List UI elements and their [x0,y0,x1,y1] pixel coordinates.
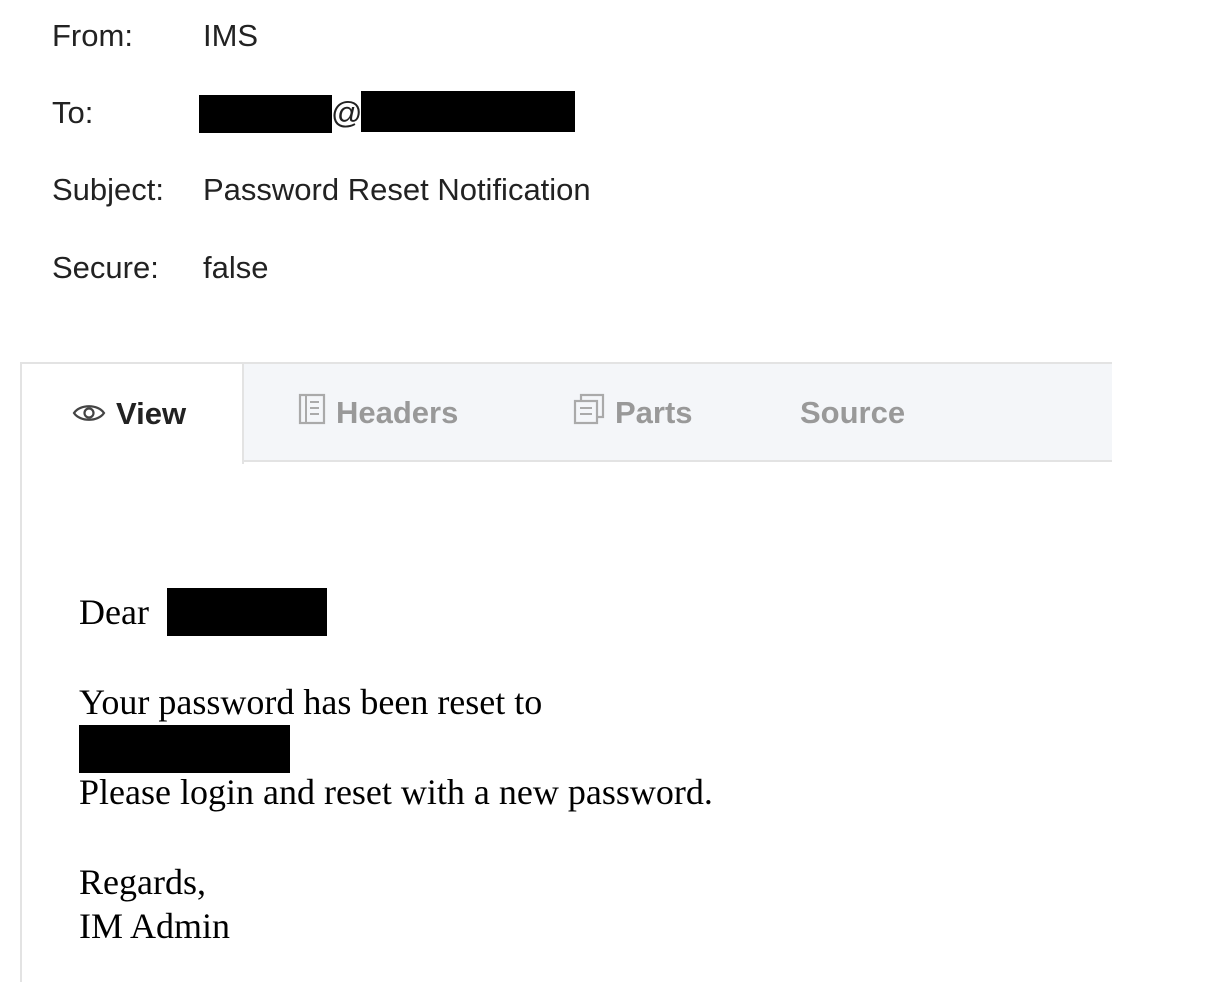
recipient-name-redacted [167,588,327,636]
subject-value: Password Reset Notification [203,172,591,207]
secure-label: Secure: [52,250,159,285]
eye-icon [72,396,106,432]
tab-source-label: Source [800,395,906,430]
document-icon [298,393,326,433]
tab-view-label: View [116,396,187,431]
copy-icon [573,393,605,433]
to-local-part-redacted [199,95,332,133]
new-password-redacted [79,725,290,773]
closing-text: Regards, [79,862,206,902]
from-label: From: [52,18,133,53]
tab-parts-label: Parts [615,395,693,430]
secure-value: false [203,250,269,285]
tab-parts[interactable]: Parts [573,364,693,462]
to-domain-redacted [361,91,575,132]
tab-view[interactable]: View [22,364,244,464]
tab-headers-label: Headers [336,395,459,430]
subject-label: Subject: [52,172,165,207]
login-instruction: Please login and reset with a new passwo… [79,772,713,812]
signature-text: IM Admin [79,906,231,946]
to-at-sign: @ [331,95,363,130]
greeting-text: Dear [79,592,149,632]
to-label: To: [52,95,94,130]
tab-headers[interactable]: Headers [298,364,458,462]
from-value: IMS [203,18,259,53]
reset-line: Your password has been reset to [79,682,543,722]
tab-source[interactable]: Source [800,364,905,462]
